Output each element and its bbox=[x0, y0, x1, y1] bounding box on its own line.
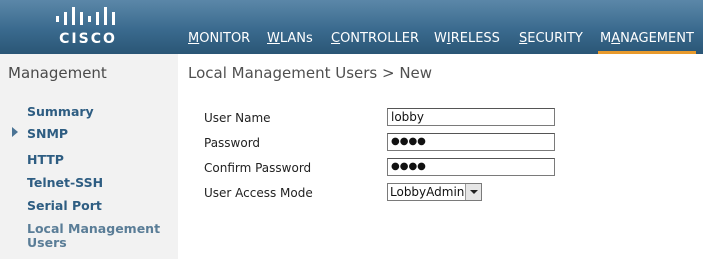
cisco-bridge-icon bbox=[56, 7, 115, 25]
nav-controller-label: ONTROLLER bbox=[340, 31, 419, 46]
nav-monitor[interactable]: MONITOR bbox=[188, 31, 250, 51]
nav-management-mnemonic: A bbox=[611, 31, 621, 46]
sidebar-item-label-line1: Local Management bbox=[27, 221, 161, 236]
nav-controller[interactable]: CONTROLLER bbox=[331, 31, 419, 51]
sidebar-item-telnet-ssh[interactable]: Telnet-SSH bbox=[27, 176, 103, 190]
nav-monitor-label: ONITOR bbox=[199, 31, 251, 46]
sidebar-item-summary[interactable]: Summary bbox=[27, 105, 94, 119]
nav-wireless[interactable]: WIRELESS bbox=[434, 31, 500, 51]
logo-text: CISCO bbox=[59, 31, 117, 47]
user-name-label: User Name bbox=[204, 111, 271, 125]
cisco-logo: CISCO bbox=[52, 7, 124, 47]
nav-wlans-label: LANs bbox=[279, 31, 313, 46]
page-title: Local Management Users > New bbox=[188, 64, 433, 82]
expand-arrow-icon[interactable] bbox=[12, 127, 18, 137]
nav-wireless-label: RELESS bbox=[450, 31, 500, 46]
sidebar-title: Management bbox=[8, 64, 107, 82]
confirm-password-input[interactable]: ●●●● bbox=[387, 158, 555, 176]
sidebar-item-local-management-users[interactable]: Local Management Users bbox=[27, 222, 160, 250]
nav-wlans-mnemonic: W bbox=[267, 31, 280, 46]
sidebar-item-http[interactable]: HTTP bbox=[27, 153, 64, 167]
sidebar-item-label-line2: Users bbox=[27, 235, 67, 250]
password-label: Password bbox=[204, 136, 261, 150]
nav-management-label: NAGEMENT bbox=[620, 31, 694, 46]
nav-monitor-mnemonic: M bbox=[188, 31, 200, 46]
user-name-input[interactable]: lobby bbox=[387, 108, 555, 126]
sidebar-item-snmp[interactable]: SNMP bbox=[27, 127, 68, 141]
nav-wlans[interactable]: WLANs bbox=[267, 31, 313, 51]
nav-wireless-prefix: W bbox=[434, 31, 447, 46]
sidebar-item-serial-port[interactable]: Serial Port bbox=[27, 199, 102, 213]
nav-security-label: ECURITY bbox=[527, 31, 583, 46]
confirm-password-label: Confirm Password bbox=[204, 161, 312, 175]
chevron-down-icon[interactable] bbox=[465, 184, 481, 200]
user-access-mode-select[interactable]: LobbyAdmin bbox=[387, 183, 482, 201]
nav-management-prefix: M bbox=[600, 31, 612, 46]
nav-security[interactable]: SECURITY bbox=[519, 31, 583, 51]
user-access-mode-value: LobbyAdmin bbox=[390, 185, 465, 199]
password-input[interactable]: ●●●● bbox=[387, 133, 555, 151]
nav-controller-mnemonic: C bbox=[331, 31, 341, 46]
nav-management[interactable]: MANAGEMENT bbox=[598, 31, 696, 54]
top-banner: CISCO MONITOR WLANs CONTROLLER WIRELESS … bbox=[0, 0, 703, 54]
user-access-mode-label: User Access Mode bbox=[204, 186, 313, 200]
